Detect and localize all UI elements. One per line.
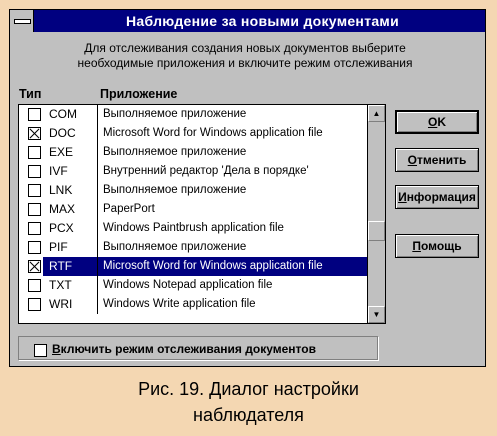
help-button[interactable]: Помощь — [395, 234, 479, 258]
list-item-rtf[interactable]: RTF Microsoft Word for Windows applicatio… — [19, 257, 368, 276]
track-checkbox[interactable] — [28, 146, 41, 159]
cancel-hotkey: О — [407, 153, 418, 167]
application-name: Выполняемое приложение — [103, 108, 247, 120]
figure-caption: Рис. 19. Диалог настройки наблюдателя — [0, 376, 497, 428]
monitor-checkbox[interactable] — [34, 344, 47, 357]
dialog-window: Наблюдение за новыми документами Для отс… — [9, 9, 486, 367]
list-item-txt[interactable]: TXT Windows Notepad application file — [19, 276, 368, 295]
application-name: Windows Notepad application file — [103, 279, 273, 291]
list-item-exe[interactable]: EXE Выполняемое приложение — [19, 143, 368, 162]
track-checkbox[interactable] — [28, 108, 41, 121]
list-item-com[interactable]: COM Выполняемое приложение — [19, 105, 368, 124]
title-bar: Наблюдение за новыми документами — [10, 10, 485, 32]
system-menu-button[interactable] — [10, 10, 34, 32]
list-item-lnk[interactable]: LNK Выполняемое приложение — [19, 181, 368, 200]
window-title: Наблюдение за новыми документами — [126, 13, 399, 29]
help-label: омощь — [420, 239, 462, 253]
list-item-wri[interactable]: WRI Windows Write application file — [19, 295, 368, 314]
file-type: LNK — [49, 183, 73, 197]
monitor-hotkey: В — [52, 342, 61, 356]
file-type: TXT — [49, 278, 72, 292]
instructions-line-2: необходимые приложения и включите режим … — [77, 56, 413, 70]
track-checkbox[interactable] — [28, 279, 41, 292]
file-type: EXE — [49, 145, 74, 159]
system-menu-icon — [14, 19, 31, 24]
list-item-doc[interactable]: DOC Microsoft Word for Windows applicatio… — [19, 124, 368, 143]
application-name: Microsoft Word for Windows application f… — [103, 127, 323, 139]
track-checkbox[interactable] — [28, 184, 41, 197]
application-name: Windows Write application file — [103, 298, 256, 310]
column-header-application: Приложение — [100, 87, 178, 101]
application-name: Выполняемое приложение — [103, 241, 247, 253]
track-checkbox[interactable] — [28, 165, 41, 178]
file-type: IVF — [49, 164, 68, 178]
cancel-button[interactable]: Отменить — [395, 148, 479, 172]
application-name: Windows Paintbrush application file — [103, 222, 284, 234]
monitor-label-rest: ключить режим отслеживания документов — [60, 342, 316, 356]
track-checkbox[interactable] — [28, 127, 41, 140]
application-name: Выполняемое приложение — [103, 146, 247, 158]
application-name: PaperPort — [103, 203, 155, 215]
scroll-thumb[interactable] — [368, 221, 385, 241]
info-label: нформация — [406, 190, 476, 204]
list-item-max[interactable]: MAX PaperPort — [19, 200, 368, 219]
cancel-label: тменить — [417, 153, 467, 167]
track-checkbox[interactable] — [28, 298, 41, 311]
scroll-down-button[interactable]: ▼ — [368, 306, 385, 323]
track-checkbox[interactable] — [28, 260, 41, 273]
list-item-ivf[interactable]: IVF Внутренний редактор 'Дела в порядке' — [19, 162, 368, 181]
application-name: Выполняемое приложение — [103, 184, 247, 196]
file-type: PCX — [49, 221, 74, 235]
track-checkbox[interactable] — [28, 241, 41, 254]
ok-label: K — [437, 115, 446, 129]
instructions: Для отслеживания создания новых документ… — [40, 41, 450, 71]
file-type: RTF — [43, 257, 99, 276]
file-type: COM — [49, 107, 77, 121]
instructions-line-1: Для отслеживания создания новых документ… — [84, 41, 406, 55]
list-item-pif[interactable]: PIF Выполняемое приложение — [19, 238, 368, 257]
scroll-up-button[interactable]: ▲ — [368, 105, 385, 122]
arrow-down-icon: ▼ — [372, 310, 381, 319]
monitor-label: Включить режим отслеживания документов — [52, 342, 316, 356]
file-type: DOC — [49, 126, 76, 140]
track-checkbox[interactable] — [28, 203, 41, 216]
ok-hotkey: O — [427, 115, 438, 129]
list-item-pcx[interactable]: PCX Windows Paintbrush application file — [19, 219, 368, 238]
caption-line-2: наблюдателя — [193, 405, 304, 425]
track-checkbox[interactable] — [28, 222, 41, 235]
help-hotkey: П — [412, 239, 421, 253]
file-type: WRI — [49, 297, 73, 311]
application-name: Microsoft Word for Windows application f… — [98, 257, 368, 276]
ok-button[interactable]: OK — [395, 110, 479, 134]
file-type: MAX — [49, 202, 76, 216]
application-list[interactable]: COM Выполняемое приложение DOC Microsoft Wo… — [18, 104, 386, 324]
application-name: Внутренний редактор 'Дела в порядке' — [103, 165, 309, 177]
caption-line-1: Рис. 19. Диалог настройки — [138, 379, 359, 399]
file-type: PIF — [49, 240, 68, 254]
list-scrollbar[interactable]: ▲ ▼ — [367, 105, 385, 323]
arrow-up-icon: ▲ — [372, 109, 381, 118]
column-header-type: Тип — [19, 87, 42, 101]
info-hotkey: И — [398, 190, 407, 204]
application-list-rows: COM Выполняемое приложение DOC Microsoft Wo… — [19, 105, 368, 323]
info-button[interactable]: Информация — [395, 185, 479, 209]
